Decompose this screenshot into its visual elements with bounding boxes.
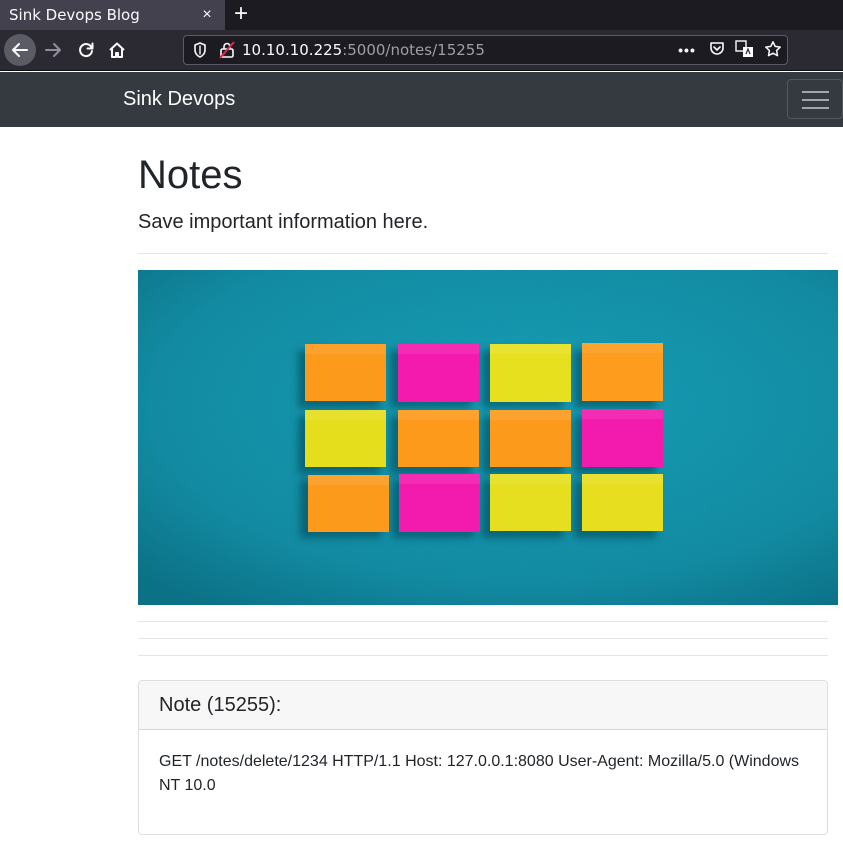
more-dots-icon[interactable]: ••• <box>676 40 698 60</box>
hamburger-icon-bar <box>802 107 829 109</box>
bookmark-star-icon[interactable] <box>762 40 784 60</box>
navbar-brand[interactable]: Sink Devops <box>123 72 235 127</box>
forward-arrow-icon[interactable] <box>37 34 69 66</box>
page-lead: Save important information here. <box>138 211 429 233</box>
home-icon[interactable] <box>101 34 133 66</box>
browser-toolbar: 10.10.10.225:5000/notes/15255 ••• <box>0 30 843 71</box>
new-tab-icon[interactable]: + <box>230 0 252 30</box>
note-card-body: GET /notes/delete/1234 HTTP/1.1 Host: 12… <box>159 753 800 794</box>
note-card-header: Note (15255): <box>139 681 827 730</box>
hamburger-icon-bar <box>802 99 829 101</box>
url-path: :5000/notes/15255 <box>342 41 485 59</box>
pocket-icon[interactable] <box>706 40 728 60</box>
page-title: Notes <box>138 153 243 197</box>
shield-icon[interactable] <box>192 41 208 59</box>
divider <box>138 621 828 622</box>
note-card: Note (15255): GET /notes/delete/1234 HTT… <box>138 680 828 835</box>
hamburger-icon <box>802 91 829 93</box>
divider <box>138 638 828 639</box>
tab-title: Sink Devops Blog <box>9 6 140 24</box>
site-navbar: Sink Devops <box>0 72 843 127</box>
divider <box>138 253 828 254</box>
divider <box>138 655 828 656</box>
translate-icon[interactable] <box>734 40 756 60</box>
browser-tab[interactable]: Sink Devops Blog <box>0 0 225 30</box>
navbar-toggler-button[interactable] <box>787 79 843 119</box>
url-host: 10.10.10.225 <box>242 41 343 59</box>
insecure-lock-icon[interactable] <box>218 41 236 59</box>
address-bar[interactable]: 10.10.10.225:5000/notes/15255 ••• <box>183 35 788 65</box>
url-text[interactable]: 10.10.10.225:5000/notes/15255 <box>242 36 485 64</box>
hero-image <box>138 270 838 605</box>
reload-icon[interactable] <box>70 34 102 66</box>
close-tab-icon[interactable]: × <box>199 0 215 30</box>
back-arrow-icon[interactable] <box>4 34 36 66</box>
browser-tab-bar: Sink Devops Blog × + <box>0 0 843 30</box>
